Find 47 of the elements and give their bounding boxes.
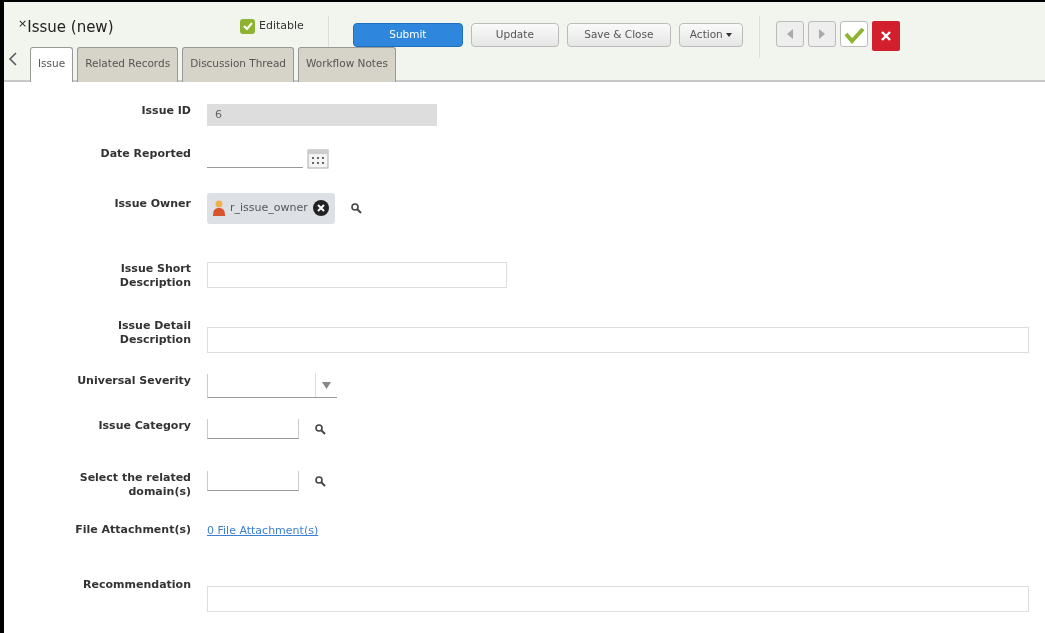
field-label: Recommendation <box>82 578 191 592</box>
next-button[interactable] <box>808 21 837 47</box>
field-label: File Attachment(s) <box>74 523 191 537</box>
spellcheck-button[interactable] <box>840 21 869 47</box>
editable-checkbox[interactable] <box>240 18 255 34</box>
search-icon[interactable] <box>350 202 362 214</box>
close-button[interactable] <box>872 21 901 51</box>
text-field[interactable] <box>207 262 507 288</box>
attachments-link[interactable]: 0 File Attachment(s) <box>207 523 319 540</box>
field-label: Issue ID <box>140 104 191 118</box>
caret-icon <box>726 33 733 38</box>
action-dropdown[interactable]: Action <box>678 23 744 47</box>
field-label: Date Reported <box>99 147 191 161</box>
toolbar-button[interactable]: Update <box>470 23 559 47</box>
close-icon <box>881 31 892 41</box>
owner-name: r_issue_owner <box>230 200 308 216</box>
text-field[interactable] <box>207 586 1029 612</box>
field-label: Issue Category <box>97 419 191 433</box>
right-arrow-icon <box>818 29 827 39</box>
person-icon <box>213 200 225 217</box>
toolbar-button[interactable]: Save & Close <box>566 23 671 47</box>
text-field[interactable] <box>207 327 1029 353</box>
lookup-field[interactable] <box>207 471 299 491</box>
left-arrow-icon <box>786 29 795 39</box>
tab[interactable]: Workflow Notes <box>298 47 396 82</box>
previous-button[interactable] <box>776 21 805 47</box>
search-icon[interactable] <box>315 475 326 487</box>
tab[interactable]: Discussion Thread <box>182 47 294 82</box>
tab[interactable]: Issue <box>30 47 74 82</box>
field-label: Issue Short Description <box>118 262 191 290</box>
field-label: Issue Owner <box>113 197 191 211</box>
unsaved-mark: × <box>18 17 28 30</box>
lookup-field[interactable] <box>207 419 299 439</box>
editable-label: Editable <box>259 18 304 34</box>
remove-icon[interactable] <box>312 200 329 217</box>
search-icon[interactable] <box>315 423 326 435</box>
toolbar-button[interactable]: Submit <box>352 23 463 47</box>
field-label: Universal Severity <box>76 374 191 388</box>
field-label: Issue Detail Description <box>116 319 191 347</box>
owner-chip[interactable]: r_issue_owner <box>207 193 335 224</box>
severity-select[interactable] <box>207 374 337 398</box>
field-label: Select the related domain(s) <box>78 471 191 499</box>
id-field: 6 <box>207 104 437 126</box>
form-title: Issue (new) <box>27 18 114 36</box>
chevron-left-icon[interactable] <box>8 52 18 66</box>
calendar-icon[interactable] <box>307 147 329 169</box>
tab[interactable]: Related Records <box>77 47 179 82</box>
